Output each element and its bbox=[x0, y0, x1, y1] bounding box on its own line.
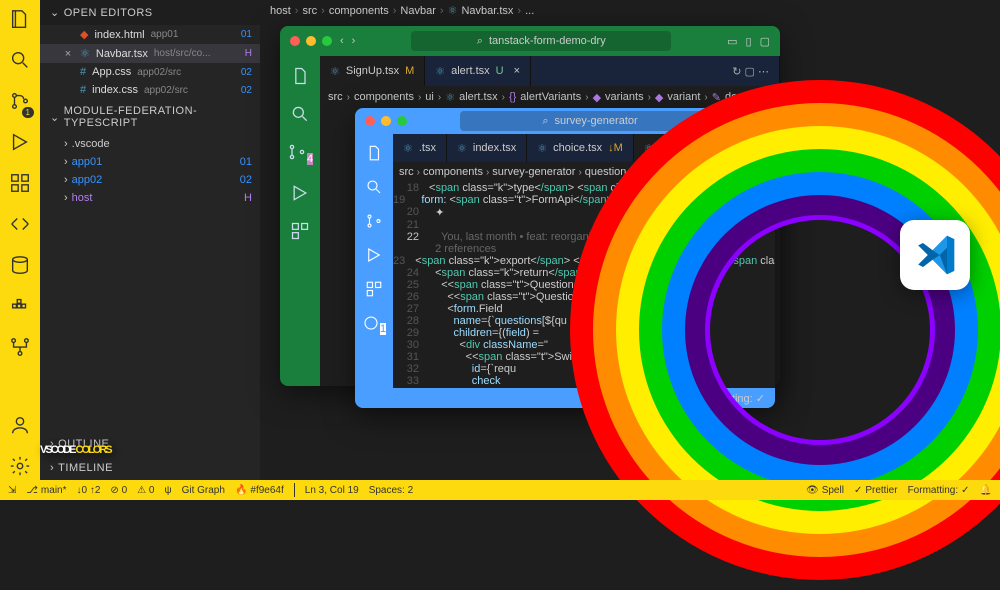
database-icon[interactable] bbox=[9, 254, 31, 279]
account-icon[interactable] bbox=[9, 414, 31, 439]
tab[interactable]: ⚛alert.tsxU× bbox=[425, 56, 531, 86]
hero-title: VSCODE COLORS bbox=[40, 388, 111, 470]
warnings-status[interactable]: ⚠ 0 bbox=[137, 485, 154, 496]
debug-icon[interactable] bbox=[9, 131, 31, 156]
editor-row[interactable]: ◆index.htmlapp0101 bbox=[40, 25, 260, 44]
breadcrumb[interactable]: host› src› components› Navbar› ⚛Navbar.t… bbox=[270, 4, 534, 17]
close-icon[interactable]: × bbox=[62, 48, 74, 60]
editor-row[interactable]: ×⚛Navbar.tsxhost/src/co...H bbox=[40, 44, 260, 63]
breadcrumb[interactable]: src›components›ui›⚛alert.tsx›{}alertVari… bbox=[320, 86, 780, 108]
breadcrumb[interactable]: src›components›survey-generator›question… bbox=[393, 162, 775, 182]
files-icon[interactable] bbox=[365, 144, 383, 162]
files-icon[interactable] bbox=[290, 66, 310, 86]
command-center[interactable]: ⌕tanstack-form-demo-dry bbox=[411, 31, 671, 51]
debug-icon[interactable] bbox=[365, 246, 383, 264]
git-graph[interactable]: Git Graph bbox=[182, 485, 225, 496]
extensions-icon[interactable] bbox=[365, 280, 383, 298]
folder-row[interactable]: ›app0202 bbox=[40, 171, 260, 189]
tab-actions[interactable]: ↻ ▢ ⋯ bbox=[722, 56, 780, 86]
branch-status[interactable]: ⎇ main* bbox=[26, 485, 66, 496]
status-bar: ⇲ ⎇ main* ↓0 ↑2 ⊘ 0 ⚠ 0 ψ Git Graph 🔥 #f… bbox=[0, 480, 1000, 500]
forward-icon[interactable]: › bbox=[352, 35, 356, 47]
titlebar: ⌕survey-generator bbox=[355, 108, 775, 134]
titlebar: ‹ › ⌕tanstack-form-demo-dry ▭ ▯ ▢ bbox=[280, 26, 780, 56]
layout-icon[interactable]: ▢ bbox=[760, 35, 770, 48]
formatting-status[interactable]: Formatting: ✓ bbox=[908, 485, 970, 496]
tab[interactable]: ⚛index.tsx bbox=[447, 134, 527, 162]
editor-row[interactable]: #index.cssapp02/src02 bbox=[40, 81, 260, 99]
remote-indicator[interactable]: ⇲ bbox=[8, 485, 16, 496]
back-icon[interactable]: ‹ bbox=[340, 35, 344, 47]
command-center[interactable]: ⌕survey-generator bbox=[460, 111, 720, 131]
source-control-icon[interactable]: 1 bbox=[9, 90, 31, 115]
source-control-icon[interactable]: 4 bbox=[287, 142, 313, 165]
docker-icon[interactable] bbox=[9, 295, 31, 320]
errors-status[interactable]: ⊘ 0 bbox=[110, 485, 127, 496]
search-icon[interactable] bbox=[290, 104, 310, 124]
activity-bar-green: 4 bbox=[280, 56, 320, 386]
tab-bar: ⚛.tsx ⚛index.tsx ⚛choice.tsx↓M ⚛text.tsx… bbox=[393, 134, 775, 162]
activity-bar: 1 bbox=[0, 0, 40, 480]
layout-icon[interactable]: ▯ bbox=[746, 35, 752, 48]
cursor-position[interactable]: Ln 3, Col 19 bbox=[305, 485, 359, 496]
folder-row[interactable]: ›app0101 bbox=[40, 153, 260, 171]
source-control-icon[interactable] bbox=[365, 212, 383, 230]
search-icon[interactable] bbox=[9, 49, 31, 74]
sync-status[interactable]: ↓0 ↑2 bbox=[77, 485, 101, 496]
search-icon: ⌕ bbox=[542, 115, 548, 128]
editor[interactable]: 18<span class="k">type</span> <span clas… bbox=[393, 182, 775, 388]
tab[interactable]: ⚛text.tsx↓M× bbox=[634, 134, 743, 162]
traffic-lights[interactable] bbox=[290, 36, 332, 46]
spell-status[interactable]: 👁 Spell bbox=[806, 485, 844, 496]
spaces-status[interactable]: Spaces: 2 bbox=[369, 485, 413, 496]
layout-icon[interactable]: ▭ bbox=[727, 35, 737, 48]
tab[interactable]: ⚛SignUp.tsxM bbox=[320, 56, 425, 86]
status-bar-blue: ✓ Prettier Formatting: ✓ bbox=[393, 388, 775, 408]
debug-icon[interactable] bbox=[290, 183, 310, 203]
vscode-logo bbox=[900, 220, 970, 290]
extensions-icon[interactable] bbox=[9, 172, 31, 197]
tab-bar: ⚛SignUp.tsxM ⚛alert.tsxU× ↻ ▢ ⋯ bbox=[320, 56, 780, 86]
close-icon[interactable]: × bbox=[514, 65, 520, 77]
editor-row[interactable]: #App.cssapp02/src02 bbox=[40, 63, 260, 81]
project-header[interactable]: ⌄MODULE-FEDERATION-TYPESCRIPT bbox=[40, 99, 260, 135]
folder-row[interactable]: ›.vscode bbox=[40, 135, 260, 153]
broadcast-icon[interactable]: ψ bbox=[164, 485, 171, 496]
folder-row[interactable]: ›hostH bbox=[40, 189, 260, 207]
search-icon: ⌕ bbox=[477, 35, 483, 48]
tab[interactable]: ⚛choice.tsx↓M bbox=[527, 134, 633, 162]
search-icon[interactable] bbox=[365, 178, 383, 196]
prettier-status[interactable]: ✓ Prettier bbox=[639, 392, 687, 405]
badge-icon[interactable]: 1 bbox=[362, 314, 386, 335]
tab[interactable]: ⚛.tsx bbox=[393, 134, 447, 162]
traffic-lights[interactable] bbox=[365, 116, 407, 126]
activity-bar-blue: 1 bbox=[355, 134, 393, 408]
bell-icon[interactable]: 🔔 bbox=[980, 485, 992, 496]
settings-icon[interactable] bbox=[9, 455, 31, 480]
prettier-status[interactable]: ✓ Prettier bbox=[854, 485, 898, 496]
nested-window-blue: ⌕survey-generator 1 ⚛.tsx ⚛index.tsx ⚛ch… bbox=[355, 108, 775, 408]
color-status[interactable]: 🔥 #f9e64f bbox=[235, 485, 284, 496]
close-icon[interactable]: × bbox=[725, 142, 731, 154]
open-editors-header[interactable]: ⌄OPEN EDITORS bbox=[40, 0, 260, 25]
remote-icon[interactable] bbox=[9, 213, 31, 238]
files-icon[interactable] bbox=[9, 8, 31, 33]
extensions-icon[interactable] bbox=[290, 221, 310, 241]
formatting-status[interactable]: Formatting: ✓ bbox=[697, 392, 765, 405]
graph-icon[interactable] bbox=[9, 336, 31, 361]
